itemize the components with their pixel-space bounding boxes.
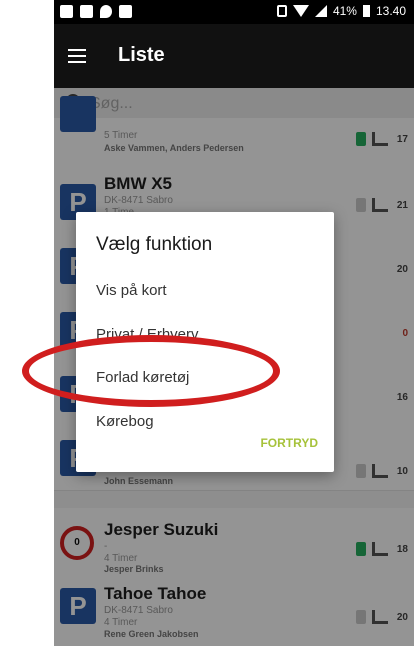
status-indicators: 41% 13.40 <box>276 4 406 18</box>
chat-icon <box>100 5 112 18</box>
app-bar-title: Liste <box>118 44 165 66</box>
battery-icon <box>362 5 370 17</box>
dialog-title: Vælg funktion <box>96 234 213 255</box>
notification-icons <box>60 5 132 18</box>
hamburger-icon[interactable] <box>68 49 86 63</box>
battery-percent: 41% <box>332 4 357 18</box>
highlight-ellipse <box>22 335 280 407</box>
notification-icon <box>60 5 73 18</box>
wifi-icon <box>292 5 309 17</box>
menu-item-show-on-map[interactable]: Vis på kort <box>96 282 167 299</box>
facebook-icon <box>80 5 93 18</box>
clock: 13.40 <box>375 4 406 18</box>
status-bar: 41% 13.40 <box>54 0 414 24</box>
phone-screen: 41% 13.40 Liste 5 Timer Aske Vammen, And… <box>54 0 414 646</box>
app-bar: Liste <box>54 24 414 88</box>
menu-item-logbook[interactable]: Kørebog <box>96 413 154 430</box>
image-icon <box>119 5 132 18</box>
vibrate-icon <box>276 5 287 17</box>
signal-icon <box>314 5 327 17</box>
cancel-button[interactable]: FORTRYD <box>260 436 318 450</box>
